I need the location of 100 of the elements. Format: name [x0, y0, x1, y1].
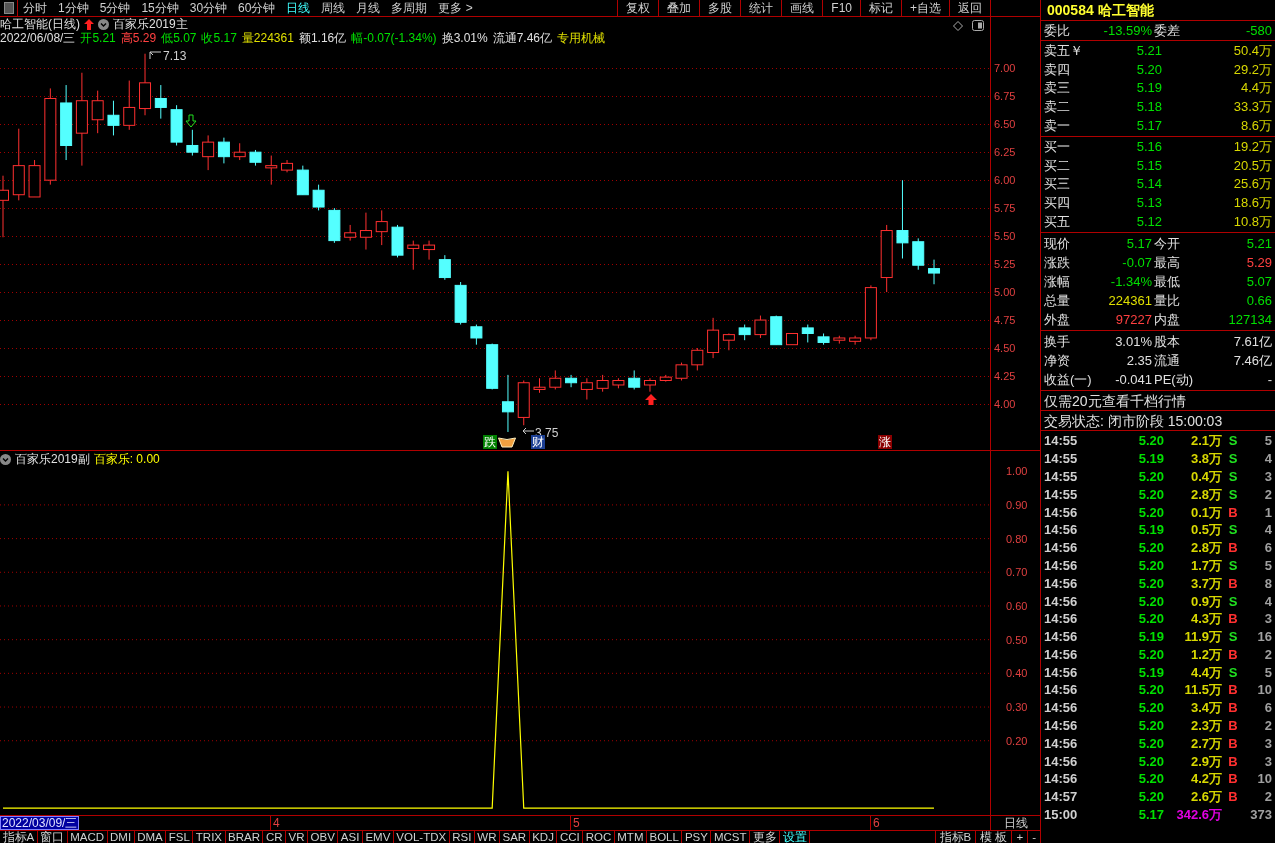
signal-tag: 跌	[483, 435, 497, 449]
period-tab[interactable]: 30分钟	[189, 0, 228, 16]
trade-price: 5.19	[1137, 628, 1164, 646]
finance-label: PE(动)	[1153, 370, 1194, 389]
indicator-tab[interactable]: BOLL	[646, 831, 683, 843]
toolbar-button[interactable]: 返回	[949, 0, 990, 16]
indicator-tab[interactable]: VOL-TDX	[393, 831, 450, 843]
toolbar-button[interactable]: 复权	[617, 0, 659, 16]
candle	[470, 324, 483, 346]
indicator-tab[interactable]: FSL	[166, 831, 194, 843]
candle	[202, 134, 215, 171]
period-tab[interactable]: 多周期	[391, 0, 428, 16]
axis-label: 7.00	[994, 62, 1016, 75]
indicator-tab[interactable]: 窗口	[37, 831, 68, 843]
quote-value: 0.66	[1245, 291, 1272, 310]
candle	[817, 333, 830, 346]
candle	[91, 90, 104, 134]
candle	[833, 335, 846, 345]
candle	[864, 284, 877, 341]
toolbar-button[interactable]: 标记	[860, 0, 901, 16]
diamond-icon[interactable]	[953, 21, 963, 31]
axis-label: 6.50	[994, 118, 1016, 131]
axis-label: 4.75	[994, 314, 1016, 327]
indicator-tab[interactable]: OBV	[308, 831, 339, 843]
trade-count: 4	[1263, 450, 1272, 468]
period-tab[interactable]: 60分钟	[238, 0, 276, 16]
toolbar-button[interactable]: 统计	[740, 0, 782, 16]
indicator-tab[interactable]: ASI	[338, 831, 363, 843]
indicator-tab[interactable]: CCI	[557, 831, 584, 843]
candle	[801, 324, 814, 343]
trade-time: 14:56	[1044, 734, 1079, 752]
indicator-tab[interactable]: +	[1011, 831, 1028, 843]
period-tab[interactable]: 日线	[286, 0, 311, 16]
volume-value: 4.4万	[1239, 79, 1272, 98]
trade-time: 14:56	[1044, 770, 1079, 788]
indicator-tab[interactable]: DMA	[134, 831, 167, 843]
panel-toggle-icon[interactable]	[972, 20, 984, 31]
toolbar-button[interactable]: 多股	[699, 0, 741, 16]
period-label: 日线	[990, 816, 1040, 830]
indicator-tab[interactable]: EMV	[362, 831, 394, 843]
trade-price: 5.20	[1137, 485, 1164, 503]
trade-price: 5.20	[1137, 574, 1164, 592]
month-label: 5	[570, 816, 580, 830]
trade-volume: 11.9万	[1183, 628, 1222, 646]
price-value: 5.12	[1135, 212, 1162, 231]
trade-price: 5.20	[1137, 770, 1164, 788]
axis-label: 0.60	[1006, 599, 1028, 612]
period-tab[interactable]: 周线	[321, 0, 346, 16]
period-tab[interactable]: 月线	[356, 0, 381, 16]
dropdown-icon[interactable]	[0, 453, 11, 465]
indicator-tab[interactable]: MTM	[614, 831, 647, 843]
indicator-tab[interactable]: 更多	[750, 831, 780, 843]
indicator-tab[interactable]: 设置	[780, 831, 810, 843]
indicator-tab[interactable]: PSY	[682, 831, 712, 843]
period-tab[interactable]: 5分钟	[99, 0, 131, 16]
indicator-tab[interactable]: RSI	[449, 831, 475, 843]
indicator-tab[interactable]: MACD	[67, 831, 108, 843]
finance-value: -0.041	[1114, 370, 1152, 389]
period-tab[interactable]: 分时	[23, 0, 47, 16]
indicator-tab[interactable]: CR	[263, 831, 287, 843]
trade-count: 1	[1263, 503, 1272, 521]
indicator-tab[interactable]: TRIX	[193, 831, 226, 843]
indicator-tab[interactable]: -	[1027, 831, 1040, 843]
candle	[691, 347, 704, 371]
indicator-tab[interactable]: SAR	[500, 831, 530, 843]
indicator-tab[interactable]: BRAR	[225, 831, 264, 843]
info-value: 2022/06/08/三	[0, 31, 76, 45]
panel-icon[interactable]	[3, 2, 14, 14]
quote-label: 量比	[1153, 291, 1181, 310]
ask-label: 卖五￥	[1044, 42, 1084, 61]
indicator-tab[interactable]: DMI	[107, 831, 135, 843]
indicator-tab[interactable]: 模 板	[975, 831, 1012, 843]
dropdown-icon[interactable]	[98, 18, 109, 30]
toolbar-button[interactable]: 画线	[781, 0, 823, 16]
toolbar-button[interactable]: F10	[822, 0, 860, 16]
axis-label: 5.25	[994, 258, 1016, 271]
indicator-tab[interactable]: KDJ	[529, 831, 558, 843]
period-tab[interactable]: 更多 >	[438, 0, 473, 16]
promo-link[interactable]: 仅需20元查看千档行情	[1041, 390, 1275, 411]
indicator-tab[interactable]: WR	[474, 831, 500, 843]
indicator-tab[interactable]: 指标B	[934, 831, 976, 843]
candle	[501, 374, 514, 433]
quote-value: 5.29	[1245, 253, 1272, 272]
toolbar-button[interactable]: +自选	[901, 0, 949, 16]
period-tab[interactable]: 15分钟	[141, 0, 179, 16]
indicator-tab[interactable]: VR	[286, 831, 309, 843]
axis-label: 4.50	[994, 342, 1016, 355]
trade-count: 3	[1263, 610, 1272, 628]
indicator-tab[interactable]: 指标A	[0, 831, 38, 843]
trade-time: 14:56	[1044, 503, 1079, 521]
candle	[281, 159, 294, 173]
trade-volume: 1.2万	[1189, 645, 1222, 663]
ingot-icon	[498, 436, 516, 448]
indicator-tab[interactable]: MCST	[711, 831, 750, 843]
price-value: 5.20	[1135, 60, 1162, 79]
period-tab[interactable]: 1分钟	[58, 0, 89, 16]
info-value: 低5.07	[161, 31, 197, 45]
indicator-tab[interactable]: ROC	[583, 831, 615, 843]
toolbar-button[interactable]: 叠加	[658, 0, 700, 16]
candle	[139, 53, 151, 116]
